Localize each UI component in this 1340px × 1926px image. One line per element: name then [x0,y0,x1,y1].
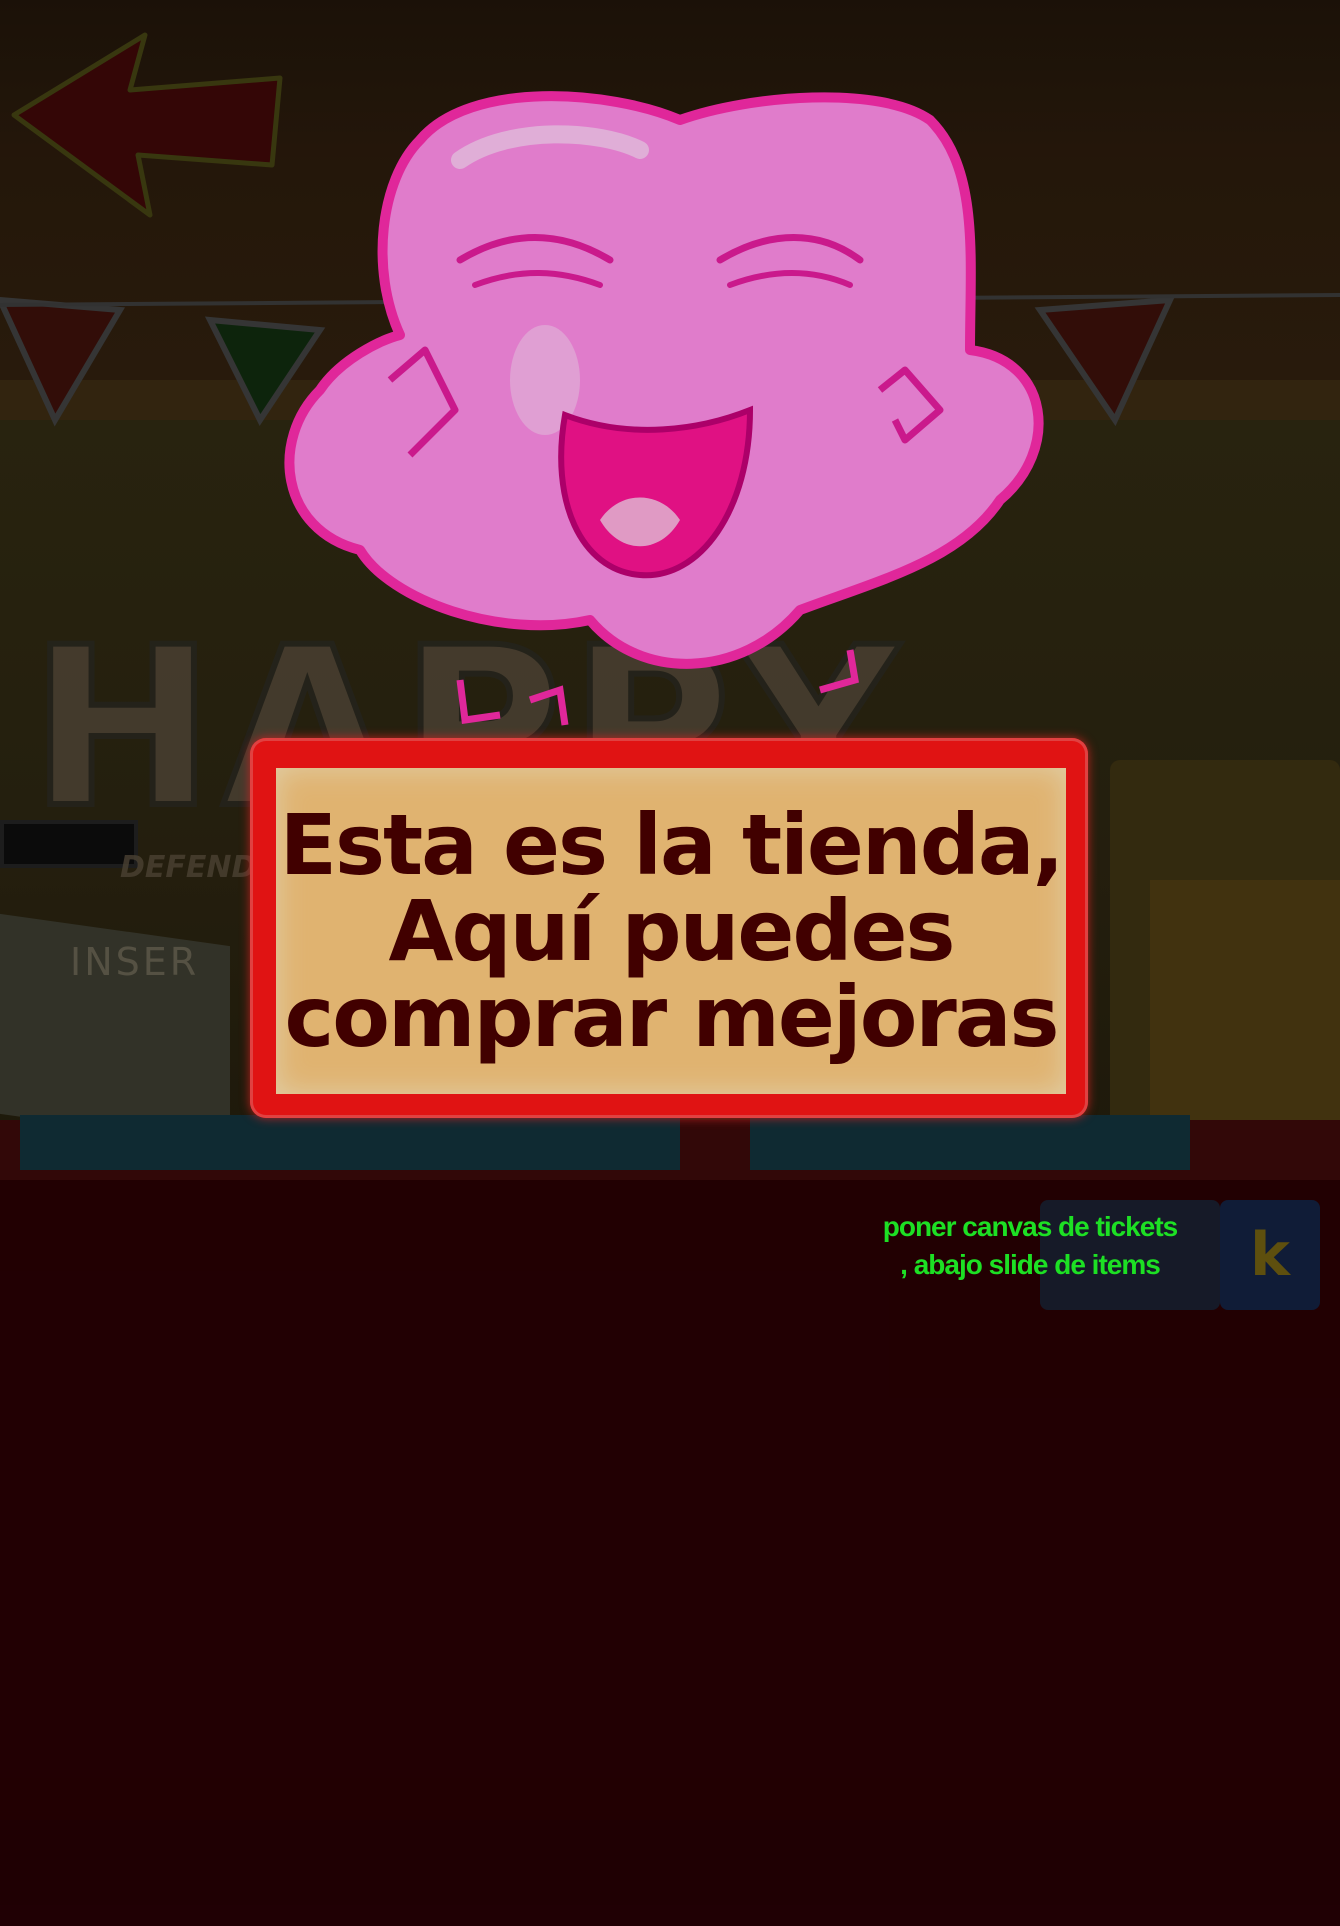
background-letter-block: k [1220,1200,1320,1310]
shop-scene: HAPPY DEFEND INSER k Esta es la tienda, … [0,0,1340,1926]
background-arcade-panel [0,820,138,868]
dev-placeholder-note: poner canvas de tickets , abajo slide de… [850,1208,1210,1284]
background-counter-panel [20,1115,680,1170]
letter-block-label: k [1250,1220,1290,1290]
dialog-sign: Esta es la tienda, Aquí puedes comprar m… [250,738,1088,1118]
dialog-sign-panel: Esta es la tienda, Aquí puedes comprar m… [276,768,1066,1094]
background-floor-edge [0,1820,1340,1926]
background-insert-label: INSER [70,940,200,984]
pink-cloud-mascot-icon [284,91,1044,726]
dialog-line: comprar mejoras [284,968,1059,1066]
dev-note-line: , abajo slide de items [900,1249,1161,1280]
background-prize-shelf-front [1150,880,1340,1150]
left-arrow-icon[interactable] [10,30,290,220]
dialog-line: Esta es la tienda, [279,796,1065,894]
dialog-line: Aquí puedes [388,882,956,980]
background-counter-panel [750,1115,1190,1170]
dev-note-line: poner canvas de tickets [882,1211,1178,1242]
background-defend-label: DEFEND [120,850,257,885]
dialog-text: Esta es la tienda, Aquí puedes comprar m… [279,796,1065,1066]
